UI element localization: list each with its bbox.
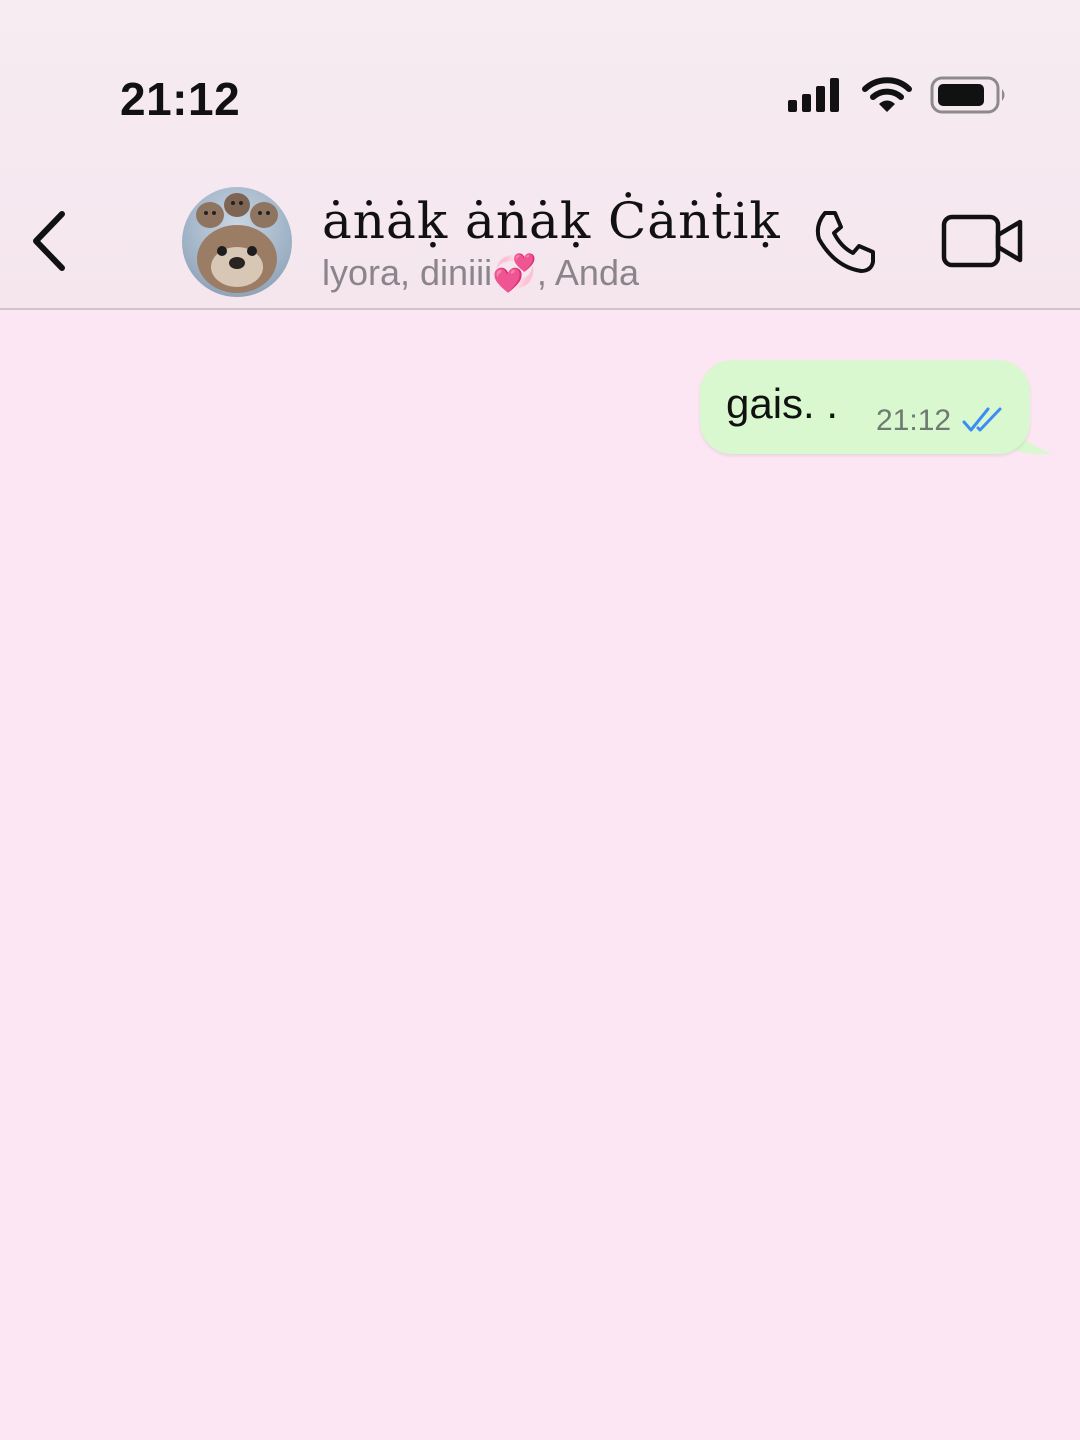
status-bar-time: 21:12 (120, 73, 241, 125)
video-call-button[interactable] (938, 208, 1028, 278)
cellular-signal-icon (788, 77, 844, 117)
message-text: gais. . (726, 380, 839, 427)
back-button[interactable] (22, 208, 74, 278)
double-check-read-icon (962, 406, 1006, 434)
chevron-left-icon (28, 210, 68, 277)
battery-icon (930, 75, 1008, 120)
video-camera-icon (941, 213, 1025, 274)
voice-call-button[interactable] (806, 206, 882, 282)
status-bar-icons (788, 74, 1008, 120)
group-avatar[interactable] (182, 187, 292, 297)
phone-icon (811, 209, 877, 280)
chat-screen: 21:12 ȧṅȧḳ ȧṅȧḳ Ċȧṅṫiḳ lyora, diniii💞, A… (0, 0, 1080, 1440)
chat-participants[interactable]: lyora, diniii💞, Anda (322, 252, 639, 294)
chat-header: 21:12 ȧṅȧḳ ȧṅȧḳ Ċȧṅṫiḳ lyora, diniii💞, A… (0, 0, 1080, 310)
chat-title[interactable]: ȧṅȧḳ ȧṅȧḳ Ċȧṅṫiḳ (322, 192, 781, 250)
message-time: 21:12 (876, 404, 952, 437)
wifi-icon (862, 76, 912, 119)
outgoing-message-bubble[interactable]: gais. . 21:12 (700, 360, 1030, 454)
